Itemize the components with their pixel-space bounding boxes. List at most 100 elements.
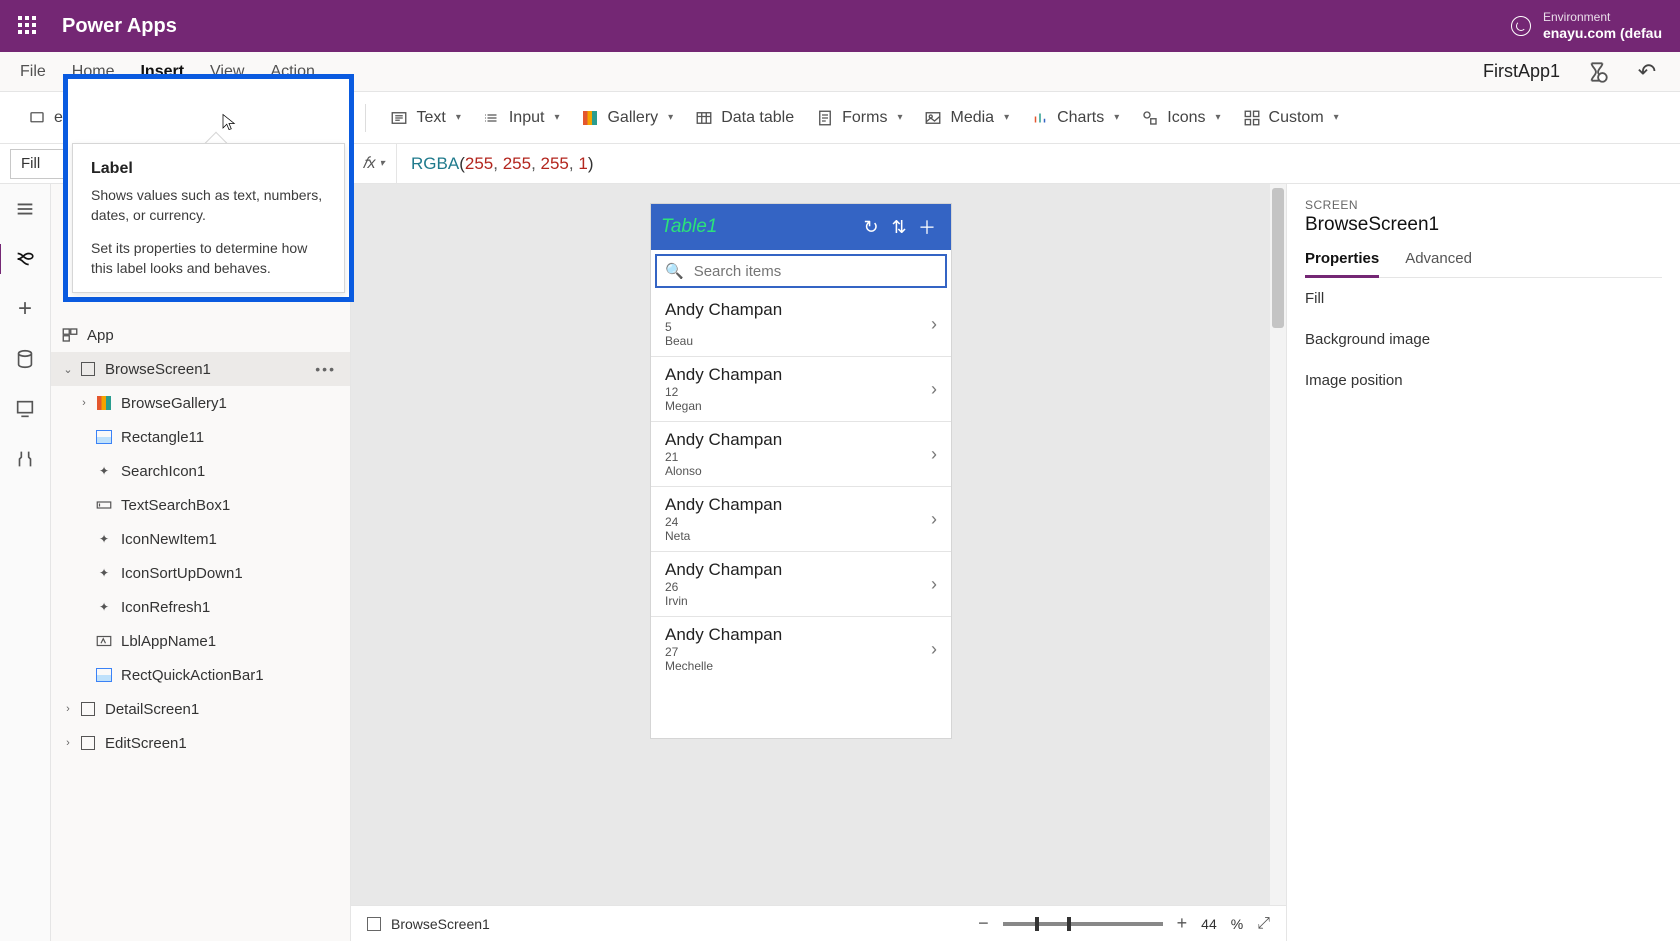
fx-label[interactable]: 𝑓x▾: [351, 144, 397, 183]
menu-insert[interactable]: Insert: [140, 63, 184, 81]
button-icon: [269, 109, 287, 127]
app-icon: [61, 326, 79, 344]
menu-tabs: File Home Insert View Action FirstApp1 ↶: [0, 52, 1680, 92]
chevron-right-icon: ›: [931, 444, 937, 465]
zoom-slider[interactable]: [1003, 922, 1163, 926]
ribbon-button[interactable]: Button: [263, 105, 347, 131]
preview-search-input[interactable]: [692, 262, 937, 281]
zoom-out-icon[interactable]: −: [978, 913, 989, 934]
gallery-item[interactable]: Andy Champan 26 Irvin ›: [651, 551, 951, 616]
menu-file[interactable]: File: [20, 63, 46, 81]
gallery-item[interactable]: Andy Champan 27 Mechelle ›: [651, 616, 951, 681]
control-icon: ✦: [95, 462, 113, 480]
canvas[interactable]: Table1 ↻ ⇅ ＋ 🔍 Andy Champan 5 Beau › And…: [351, 184, 1286, 941]
canvas-scrollbar[interactable]: [1270, 184, 1286, 905]
gallery-item-name: Andy Champan: [665, 625, 931, 645]
sort-icon[interactable]: ⇅: [885, 213, 913, 241]
refresh-icon[interactable]: ↻: [857, 213, 885, 241]
tree-icon-sort[interactable]: ✦ IconSortUpDown1: [51, 556, 350, 590]
rail-data-icon[interactable]: [14, 348, 36, 370]
ribbon-label[interactable]: Labl: [185, 105, 253, 131]
tree-app-label: App: [87, 327, 114, 344]
screen-icon: [79, 360, 97, 378]
ribbon-media[interactable]: Media ▾: [918, 105, 1015, 131]
ribbon-charts[interactable]: Charts ▾: [1025, 105, 1125, 131]
ribbon-data-table[interactable]: Data table: [689, 105, 800, 131]
tab-advanced[interactable]: Advanced: [1405, 250, 1472, 277]
gallery-item[interactable]: Andy Champan 12 Megan ›: [651, 356, 951, 421]
chevron-down-icon: ▾: [554, 112, 559, 123]
zoom-in-icon[interactable]: +: [1177, 913, 1188, 934]
ribbon-input-label: Input: [509, 109, 545, 127]
ribbon-text[interactable]: Text ▾: [384, 105, 466, 131]
gallery-item-sub: Beau: [665, 334, 931, 348]
ribbon-forms[interactable]: Forms ▾: [810, 105, 908, 131]
gallery-item[interactable]: Andy Champan 5 Beau ›: [651, 292, 951, 356]
undo-icon[interactable]: ↶: [1634, 59, 1660, 85]
ribbon-icons[interactable]: Icons ▾: [1135, 105, 1226, 131]
prop-image-position[interactable]: Image position: [1305, 360, 1662, 401]
ribbon-charts-label: Charts: [1057, 109, 1104, 127]
left-rail: +: [0, 184, 51, 941]
rail-tree-view-icon[interactable]: [14, 248, 36, 270]
tree-browse-gallery[interactable]: › BrowseGallery1: [51, 386, 350, 420]
ribbon-custom[interactable]: Custom ▾: [1237, 105, 1345, 131]
gallery-item-num: 26: [665, 580, 931, 594]
ribbon-new-screen-label: ew screen: [54, 109, 127, 127]
prop-fill[interactable]: Fill: [1305, 278, 1662, 319]
tree-app[interactable]: App: [51, 318, 350, 352]
waffle-icon[interactable]: [18, 16, 38, 36]
more-icon[interactable]: •••: [315, 361, 336, 377]
rail-advanced-tools-icon[interactable]: [14, 448, 36, 470]
gallery-item-sub: Irvin: [665, 594, 931, 608]
menu-view[interactable]: View: [210, 63, 244, 81]
app-name[interactable]: FirstApp1: [1483, 61, 1560, 82]
rail-media-icon[interactable]: [14, 398, 36, 420]
tree-icon-new-item[interactable]: ✦ IconNewItem1: [51, 522, 350, 556]
gallery-icon: [581, 109, 599, 127]
property-selector[interactable]: Fill: [0, 144, 351, 183]
ribbon-forms-label: Forms: [842, 109, 887, 127]
chevron-down-icon: ⌄: [61, 363, 75, 376]
tree-screen-edit[interactable]: › EditScreen1: [51, 726, 350, 760]
ribbon-button-label: Button: [295, 109, 341, 127]
prop-bg-image[interactable]: Background image: [1305, 319, 1662, 360]
tree-screen-detail[interactable]: › DetailScreen1: [51, 692, 350, 726]
environment-text[interactable]: Environment enayu.com (defau: [1543, 11, 1662, 41]
ribbon-input[interactable]: Input ▾: [477, 105, 566, 131]
environment-label: Environment: [1543, 11, 1662, 25]
custom-icon: [1243, 109, 1261, 127]
tree-rect-qab[interactable]: RectQuickActionBar1: [51, 658, 350, 692]
rail-hamburger-icon[interactable]: [14, 198, 36, 220]
menu-home[interactable]: Home: [72, 63, 115, 81]
environment-icon: [1511, 16, 1531, 36]
ribbon-new-screen[interactable]: ew screen ▾: [22, 105, 148, 131]
gallery-item[interactable]: Andy Champan 21 Alonso ›: [651, 421, 951, 486]
gallery-item[interactable]: Andy Champan 24 Neta ›: [651, 486, 951, 551]
screen-icon: [79, 734, 97, 752]
preview-search[interactable]: 🔍: [655, 254, 947, 288]
charts-icon: [1031, 109, 1049, 127]
app-checker-icon[interactable]: [1584, 59, 1610, 85]
text-icon: [390, 109, 408, 127]
gallery-icon: [95, 394, 113, 412]
add-icon[interactable]: ＋: [913, 213, 941, 241]
rail-insert-icon[interactable]: +: [14, 298, 36, 320]
tree-screen-browse[interactable]: ⌄ BrowseScreen1 •••: [51, 352, 350, 386]
status-crumb[interactable]: BrowseScreen1: [391, 916, 490, 932]
tree-search-icon-ctl[interactable]: ✦ SearchIcon1: [51, 454, 350, 488]
ribbon-gallery[interactable]: Gallery ▾: [575, 105, 679, 131]
tree-text-search-box[interactable]: TextSearchBox1: [51, 488, 350, 522]
icons-icon: [1141, 109, 1159, 127]
menu-action[interactable]: Action: [270, 63, 314, 81]
tree-icon-refresh[interactable]: ✦ IconRefresh1: [51, 590, 350, 624]
tab-properties[interactable]: Properties: [1305, 250, 1379, 277]
chevron-down-icon: ▾: [1004, 112, 1009, 123]
tree-item-label: EditScreen1: [105, 735, 187, 752]
chevron-right-icon: ›: [61, 737, 75, 749]
tree-rectangle[interactable]: Rectangle11: [51, 420, 350, 454]
tree-lbl-app-name[interactable]: LblAppName1: [51, 624, 350, 658]
formula-input[interactable]: RGBA(255, 255, 255, 1): [397, 144, 1680, 183]
app-header: Power Apps Environment enayu.com (defau: [0, 0, 1680, 52]
expand-icon[interactable]: ⤢: [1257, 915, 1270, 933]
